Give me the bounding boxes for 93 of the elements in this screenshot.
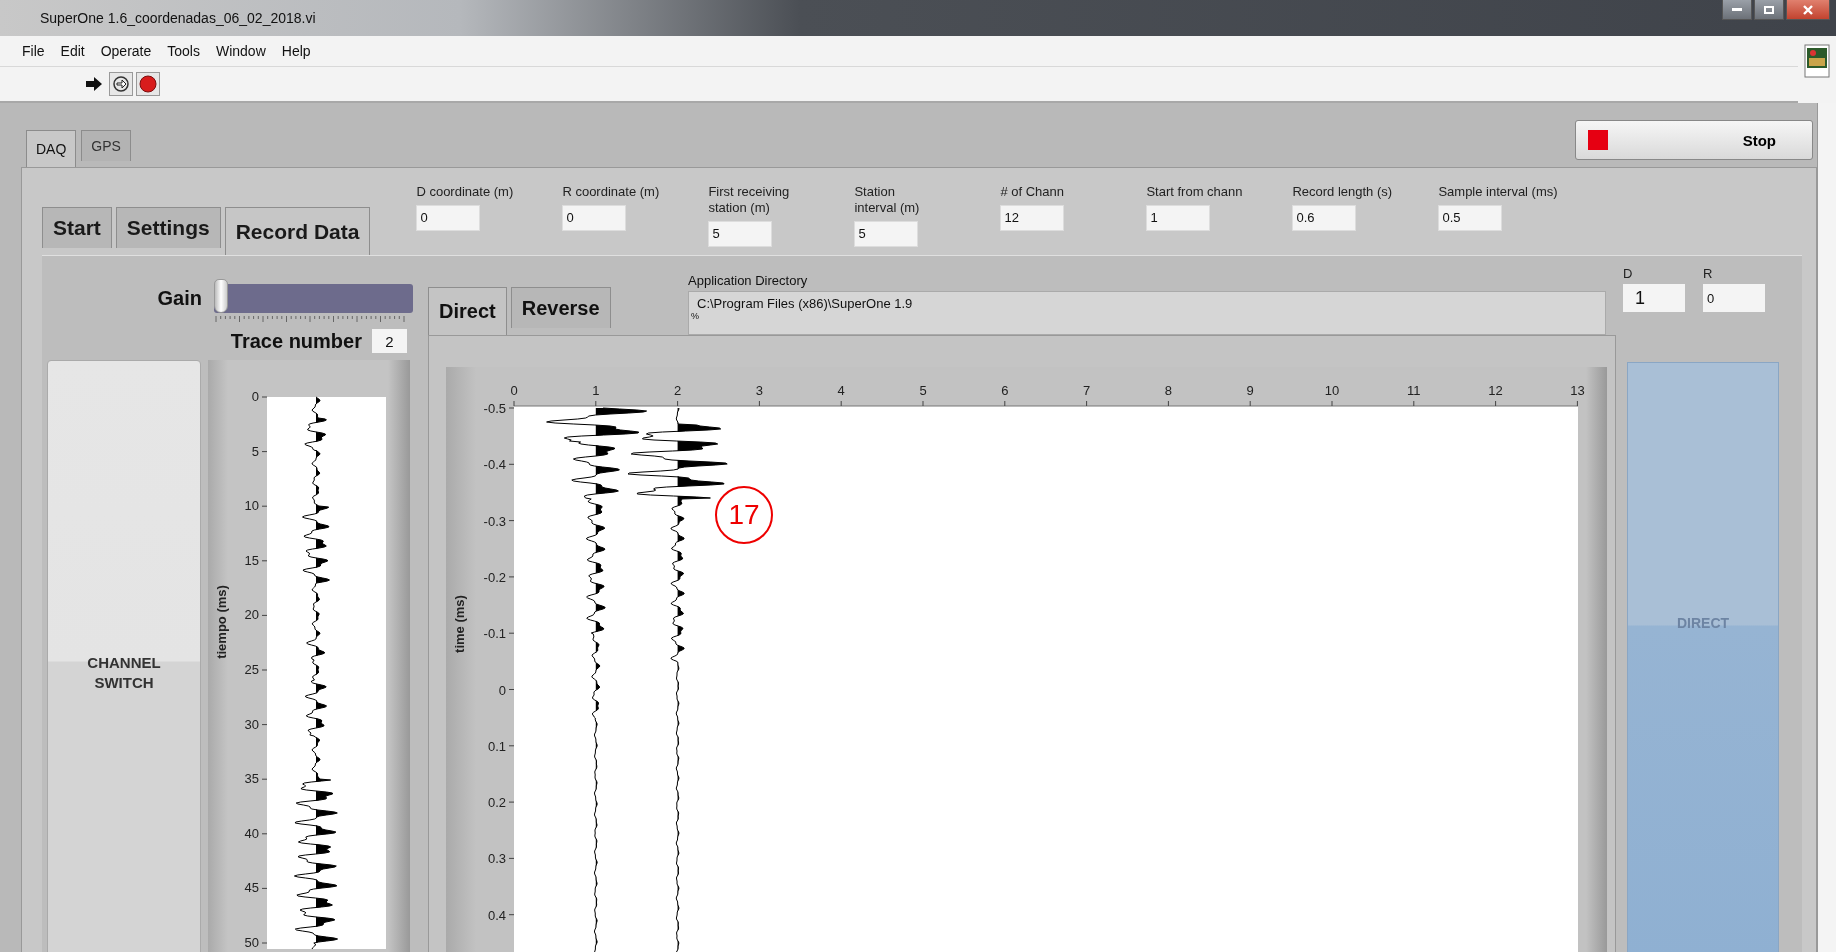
stop-square-icon [1588,130,1608,150]
annotation-marker: 17 [715,486,773,544]
input-field[interactable]: 1 [1146,204,1211,231]
axis-tick-label: 7 [1083,383,1091,398]
axis-tick-label: 0.4 [487,907,506,923]
tab[interactable]: GPS [81,130,131,161]
field-label: Start from chann [1146,183,1244,200]
restore-button[interactable] [1754,0,1784,20]
axis-tick-label: 12 [1488,383,1503,398]
axis-tick-label: -0.2 [483,569,506,585]
axis-tick-label: 0.2 [487,795,506,811]
axis-tick-label: 0 [251,389,259,404]
axis-label: tiempo (ms) [214,585,229,659]
menu-item[interactable]: Edit [60,43,85,59]
axis-tick-label: 2 [674,383,682,398]
axis-tick-label: 3 [755,383,763,398]
axis-tick-label: 10 [244,498,259,514]
menu-item[interactable]: Tools [167,43,200,59]
close-icon [1803,4,1813,15]
axis-tick-label: 0.1 [487,738,506,754]
axis-tick-label: 25 [244,662,259,677]
axis-tick-label: 30 [244,716,259,732]
stop-button[interactable]: Stop [1575,120,1813,160]
tab[interactable]: Settings [115,207,221,248]
input-field[interactable]: 12 [1000,204,1065,231]
axis-tick-label: 1 [592,383,600,398]
field-label: D [1623,266,1634,283]
axis-tick-label: 8 [1164,383,1172,398]
number-field[interactable]: 0 [1703,284,1765,313]
menu-item[interactable]: File [22,43,45,59]
slider-thumb[interactable] [214,279,228,313]
arrow-icon [85,76,103,92]
axis-tick-label: 40 [244,825,259,841]
axis-tick-label: 11 [1407,383,1421,398]
input-field[interactable]: 0.5 [1438,204,1503,231]
menu-item[interactable]: Window [215,43,266,59]
channel-switch-button[interactable]: CHANNEL SWITCH [47,360,201,952]
axis-tick-label: 20 [244,607,259,623]
field-label: Application Directory [688,273,809,288]
minimize-icon [1732,8,1742,11]
run-continuously-button[interactable] [109,72,133,96]
close-button[interactable] [1786,0,1830,20]
axis-tick-label: -0.3 [483,513,506,529]
input-field[interactable]: 5 [708,221,773,247]
axis-tick-label: 0 [498,682,506,698]
axis-tick-label: 35 [244,771,259,787]
axis-tick-label: 0.3 [487,851,506,867]
axis-tick-label: 13 [1570,383,1585,398]
tab[interactable]: DAQ [26,130,77,167]
abort-button[interactable] [136,72,160,96]
axis-tick-label: 5 [919,383,927,398]
axis-tick-label: 10 [1324,383,1340,398]
field-label: Station interval (m) [854,183,921,216]
path-field[interactable]: C:\Program Files (x86)\SuperOne 1.9 % [688,291,1606,335]
tab[interactable]: Reverse [510,287,611,328]
input-field[interactable]: 0 [416,204,481,231]
window-title: SuperOne 1.6_coordenadas_06_02_2018.vi [40,10,316,26]
axis-label: time (ms) [452,595,467,653]
stop-icon [138,74,158,94]
axis-tick-label: 5 [251,443,259,459]
tab[interactable]: Start [42,207,112,248]
axis-tick-label: 50 [244,935,259,949]
tab[interactable]: Direct [428,287,507,335]
input-field[interactable]: 0 [562,204,627,231]
minimize-button[interactable] [1722,0,1752,20]
field-label: R [1703,266,1714,283]
field-label: Sample interval (ms) [1438,183,1559,200]
field-label: First receiving station (m) [708,183,791,216]
menu-item[interactable]: Help [281,43,311,59]
restore-icon [1764,5,1774,14]
axis-tick-label: 4 [837,383,845,398]
axis-tick-label: 0 [510,383,518,398]
number-field[interactable]: 2 [372,329,407,353]
cycle-icon [111,74,131,94]
axis-tick-label: -0.1 [483,626,506,642]
slider-label: Gain [157,287,202,310]
field-label: Trace number [230,329,362,353]
axis-tick-label: -0.4 [483,457,506,473]
app-icon [1804,44,1830,78]
field-label: R coordinate (m) [562,183,661,200]
field-label: # of Chann [1000,183,1065,200]
input-field[interactable]: 5 [854,221,919,247]
axis-tick-label: 15 [244,552,259,568]
tab[interactable]: Record Data [224,207,371,255]
number-field[interactable]: 1 [1623,284,1685,313]
axis-tick-label: -0.5 [483,401,506,416]
axis-tick-label: 45 [244,880,259,896]
field-label: Record length (s) [1292,183,1394,200]
field-label: D coordinate (m) [416,183,515,200]
input-field[interactable]: 0.6 [1292,204,1357,231]
menu-item[interactable]: Operate [100,43,152,59]
axis-tick-label: 9 [1246,383,1254,398]
axis-tick-label: 6 [1001,383,1009,398]
